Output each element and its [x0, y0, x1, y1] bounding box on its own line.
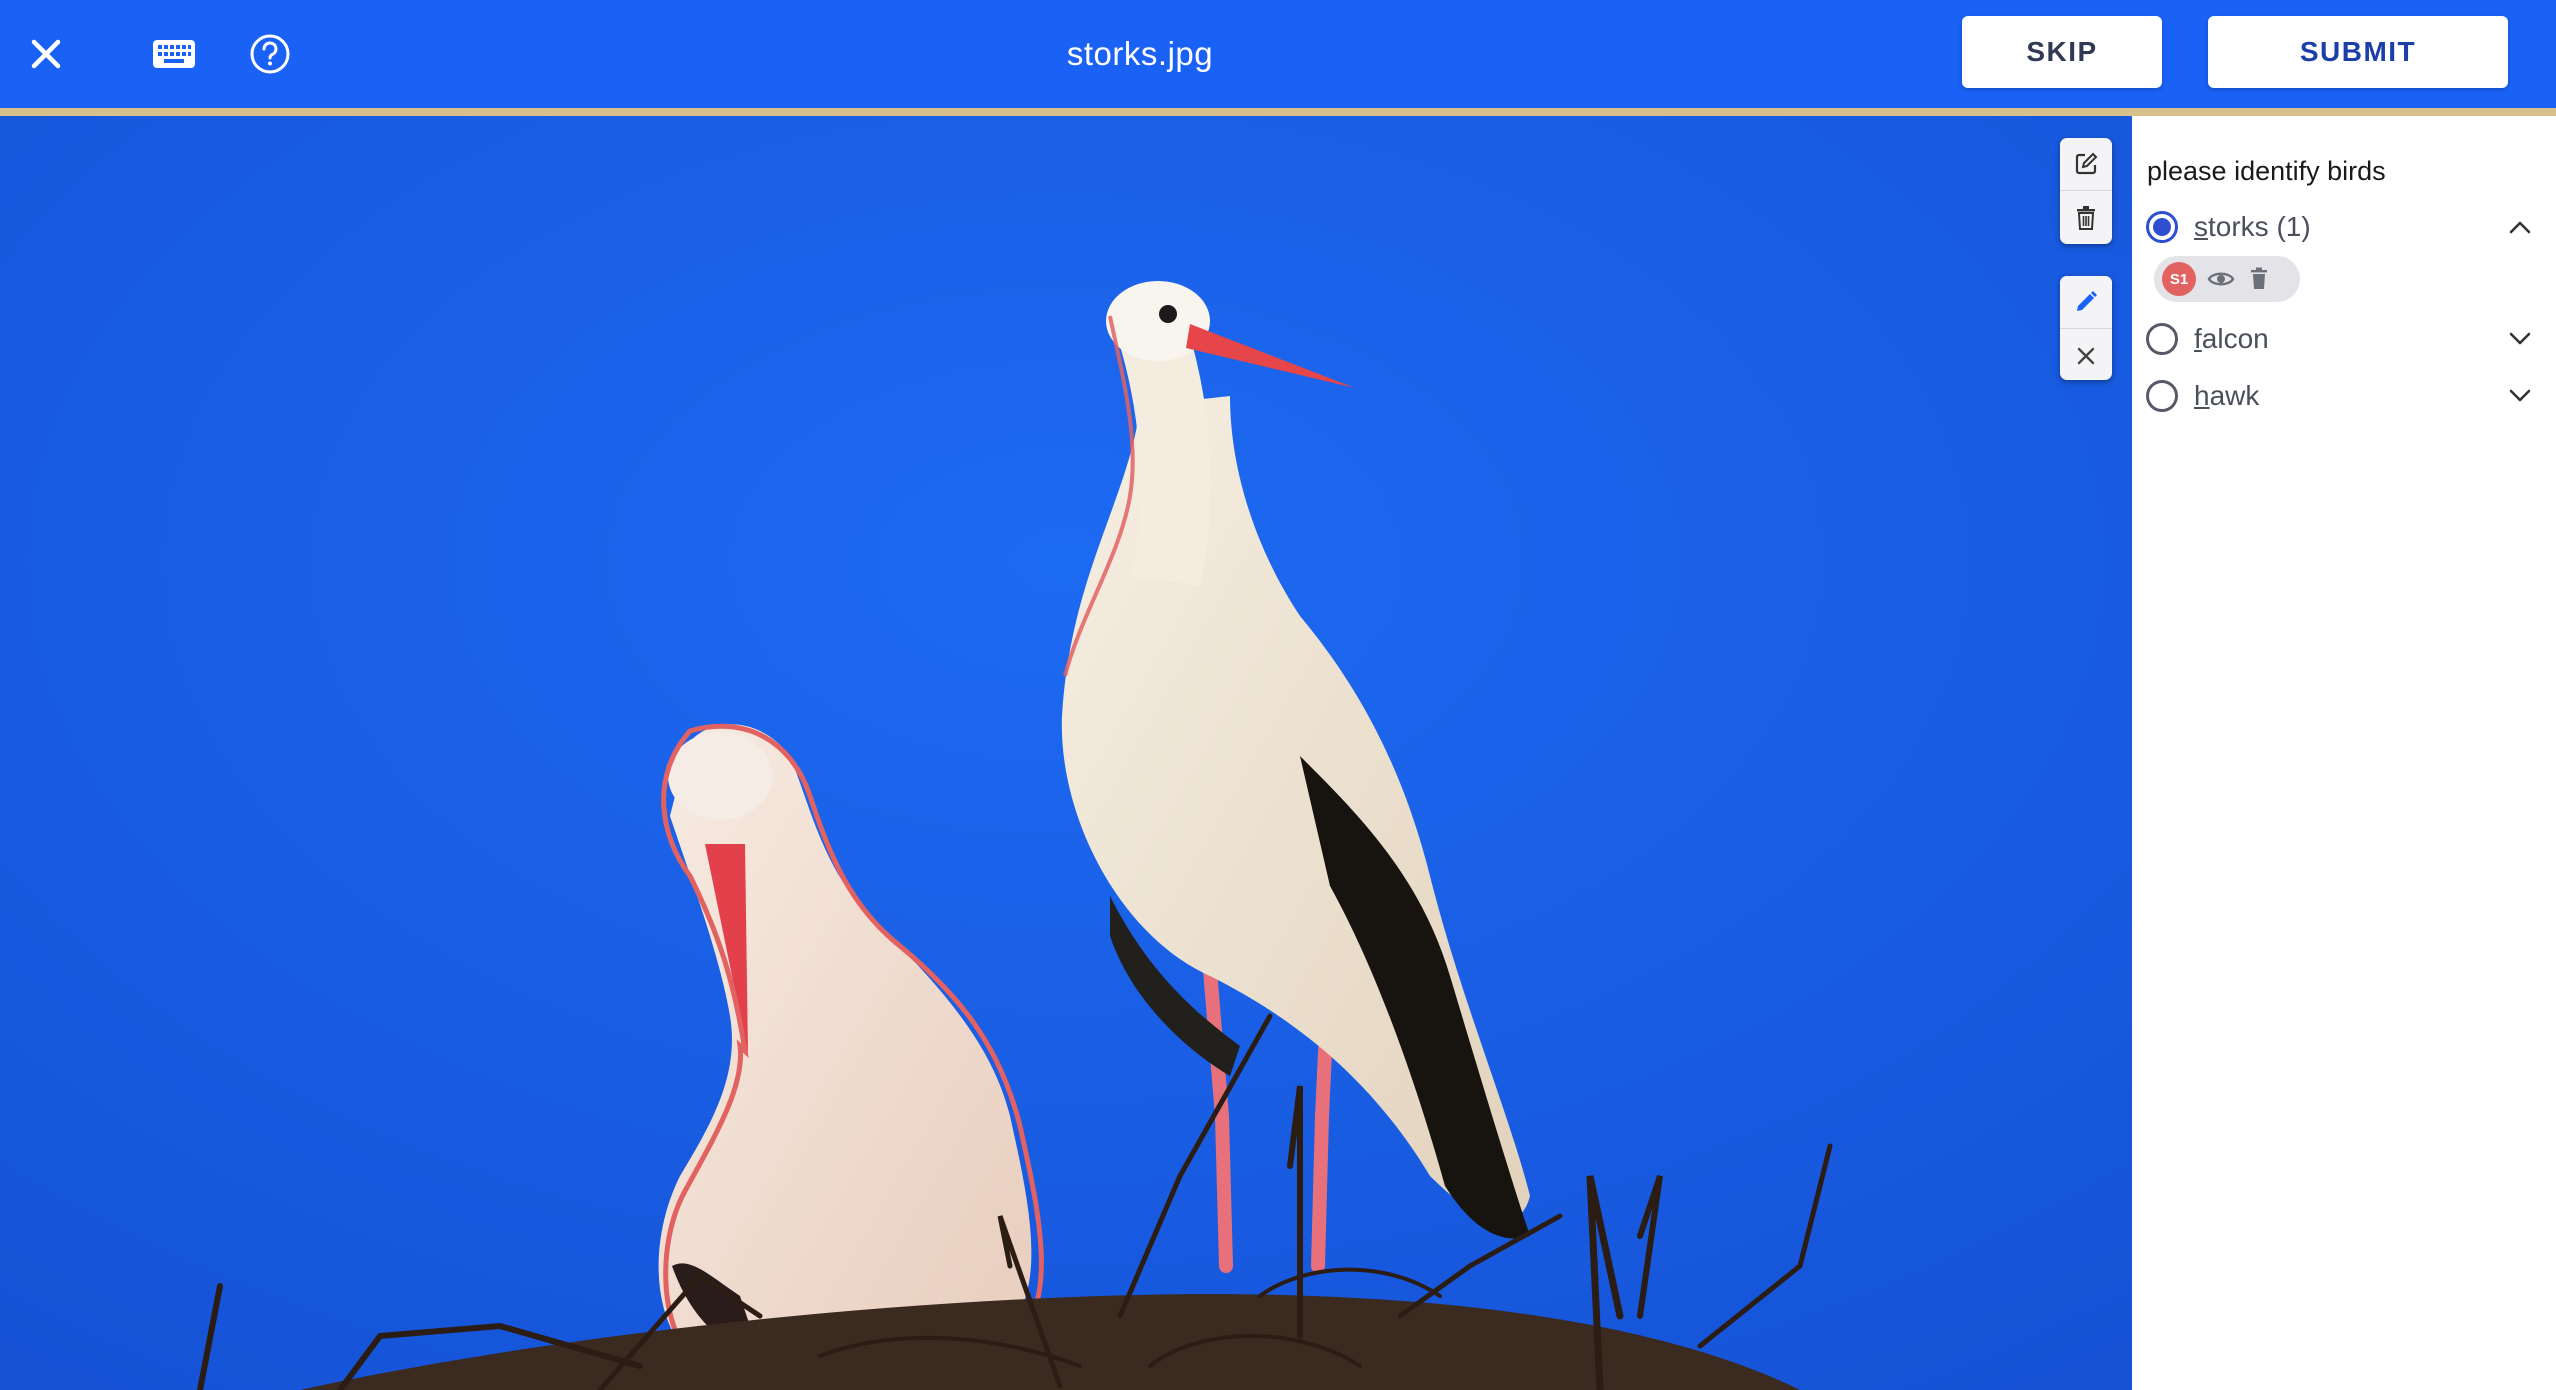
storks-image: [0, 116, 2132, 1390]
instance-badge[interactable]: S1: [2162, 262, 2196, 296]
trash-icon[interactable]: [2242, 262, 2276, 296]
radio-falcon[interactable]: [2146, 323, 2178, 355]
radio-storks[interactable]: [2146, 211, 2178, 243]
image-canvas[interactable]: [0, 116, 2132, 1390]
chevron-up-icon[interactable]: [2498, 205, 2542, 249]
progress-strip: [0, 108, 2556, 116]
option-storks-label: storks (1): [2194, 211, 2311, 242]
chevron-down-icon[interactable]: [2498, 317, 2542, 361]
annotation-tools: [2060, 138, 2112, 244]
submit-button[interactable]: SUBMIT: [2208, 16, 2508, 88]
radio-hawk[interactable]: [2146, 380, 2178, 412]
file-name: storks.jpg: [1066, 35, 1214, 72]
option-storks[interactable]: storks (1): [2146, 202, 2546, 252]
trash-icon[interactable]: [2060, 191, 2112, 244]
top-bar: storks.jpg SKIP SUBMIT: [0, 0, 2556, 108]
option-falcon-label: falcon: [2194, 323, 2269, 354]
label-panel: please identify birds storks (1) S1 falc…: [2132, 116, 2556, 1390]
edit-square-icon[interactable]: [2060, 138, 2112, 191]
instance-chip-s1[interactable]: S1: [2154, 256, 2300, 302]
eye-icon[interactable]: [2204, 262, 2238, 296]
chevron-down-icon[interactable]: [2498, 374, 2542, 418]
option-hawk[interactable]: hawk: [2146, 371, 2546, 421]
drawing-tools: [2060, 276, 2112, 380]
file-title: storks.jpg: [0, 0, 2280, 108]
question-text: please identify birds: [2147, 156, 2386, 186]
radio-selected-dot: [2153, 218, 2171, 236]
option-hawk-label: hawk: [2194, 380, 2260, 411]
skip-button[interactable]: SKIP: [1962, 16, 2162, 88]
close-icon[interactable]: [2060, 329, 2112, 380]
pencil-icon[interactable]: [2060, 276, 2112, 329]
option-falcon[interactable]: falcon: [2146, 314, 2546, 364]
